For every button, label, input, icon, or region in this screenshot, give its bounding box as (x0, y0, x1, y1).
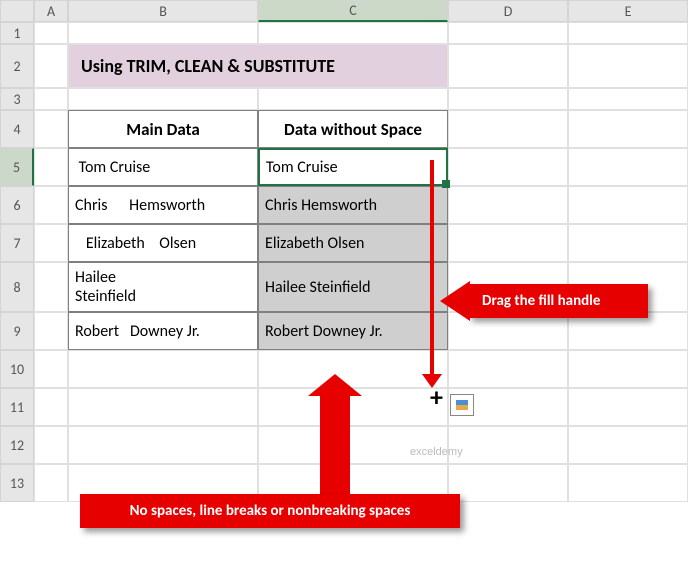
cell-a7[interactable] (34, 224, 68, 262)
cell-c1[interactable] (258, 22, 448, 44)
cell-e12[interactable] (568, 426, 688, 464)
drag-arrow-line (430, 160, 434, 380)
cell-b1[interactable] (68, 22, 258, 44)
cell-b9[interactable]: Robert Downey Jr. (68, 312, 258, 350)
cell-d12[interactable] (448, 426, 568, 464)
cell-d4[interactable] (448, 110, 568, 148)
title-cell[interactable]: Using TRIM, CLEAN & SUBSTITUTE (68, 44, 448, 88)
cell-e5[interactable] (568, 148, 688, 186)
cell-b3[interactable] (68, 88, 258, 110)
cell-d10[interactable] (448, 350, 568, 388)
cell-e3[interactable] (568, 88, 688, 110)
cell-b10[interactable] (68, 350, 258, 388)
fill-cursor-icon: + (430, 384, 443, 410)
header-result[interactable]: Data without Space (258, 110, 448, 148)
cell-b8[interactable]: Hailee Steinfield (68, 262, 258, 312)
cell-b12[interactable] (68, 426, 258, 464)
row-header-6[interactable]: 6 (0, 186, 34, 224)
cell-a11[interactable] (34, 388, 68, 426)
cell-e6[interactable] (568, 186, 688, 224)
col-header-c[interactable]: C (258, 0, 448, 22)
cell-a1[interactable] (34, 22, 68, 44)
cell-c8[interactable]: Hailee Steinfield (258, 262, 448, 312)
col-header-d[interactable]: D (448, 0, 568, 22)
cell-e1[interactable] (568, 22, 688, 44)
cell-b5[interactable]: Tom Cruise (68, 148, 258, 186)
cell-a13[interactable] (34, 464, 68, 502)
cell-c7[interactable]: Elizabeth Olsen (258, 224, 448, 262)
row-header-5[interactable]: 5 (0, 148, 34, 186)
watermark-text: exceldemy (410, 446, 463, 458)
column-arrow-annotation (320, 394, 350, 494)
cell-c12[interactable] (258, 426, 448, 464)
callout-nospaces: No spaces, line breaks or nonbreaking sp… (80, 494, 460, 528)
callout-drag: Drag the fill handle (468, 284, 648, 318)
cell-e7[interactable] (568, 224, 688, 262)
row-header-8[interactable]: 8 (0, 262, 34, 312)
col-header-a[interactable]: A (34, 0, 68, 22)
cell-e11[interactable] (568, 388, 688, 426)
cell-c6[interactable]: Chris Hemsworth (258, 186, 448, 224)
row-header-2[interactable]: 2 (0, 44, 34, 88)
cell-b6[interactable]: Chris Hemsworth (68, 186, 258, 224)
cell-d6[interactable] (448, 186, 568, 224)
cell-e10[interactable] (568, 350, 688, 388)
cell-b7[interactable]: Elizabeth Olsen (68, 224, 258, 262)
cell-a5[interactable] (34, 148, 68, 186)
autofill-options-icon[interactable] (450, 394, 474, 416)
cell-a8[interactable] (34, 262, 68, 312)
col-header-e[interactable]: E (568, 0, 688, 22)
cell-d7[interactable] (448, 224, 568, 262)
select-all-corner[interactable] (0, 0, 34, 22)
cell-a12[interactable] (34, 426, 68, 464)
row-header-12[interactable]: 12 (0, 426, 34, 464)
fill-handle[interactable] (442, 180, 450, 188)
cell-a6[interactable] (34, 186, 68, 224)
row-header-4[interactable]: 4 (0, 110, 34, 148)
row-header-9[interactable]: 9 (0, 312, 34, 350)
cell-a9[interactable] (34, 312, 68, 350)
header-main-data[interactable]: Main Data (68, 110, 258, 148)
row-header-1[interactable]: 1 (0, 22, 34, 44)
cell-e2[interactable] (568, 44, 688, 88)
row-header-7[interactable]: 7 (0, 224, 34, 262)
cell-b11[interactable] (68, 388, 258, 426)
cell-c5-selected[interactable]: Tom Cruise (258, 148, 448, 186)
col-header-b[interactable]: B (68, 0, 258, 22)
cell-d1[interactable] (448, 22, 568, 44)
cell-c5-value: Tom Cruise (266, 158, 338, 177)
row-header-11[interactable]: 11 (0, 388, 34, 426)
cell-d5[interactable] (448, 148, 568, 186)
cell-a3[interactable] (34, 88, 68, 110)
cell-a10[interactable] (34, 350, 68, 388)
cell-d13[interactable] (448, 464, 568, 502)
row-header-10[interactable]: 10 (0, 350, 34, 388)
cell-c9[interactable]: Robert Downey Jr. (258, 312, 448, 350)
cell-d3[interactable] (448, 88, 568, 110)
cell-a2[interactable] (34, 44, 68, 88)
cell-d2[interactable] (448, 44, 568, 88)
cell-c3[interactable] (258, 88, 448, 110)
row-header-13[interactable]: 13 (0, 464, 34, 502)
row-header-3[interactable]: 3 (0, 88, 34, 110)
cell-a4[interactable] (34, 110, 68, 148)
cell-e4[interactable] (568, 110, 688, 148)
cell-e13[interactable] (568, 464, 688, 502)
